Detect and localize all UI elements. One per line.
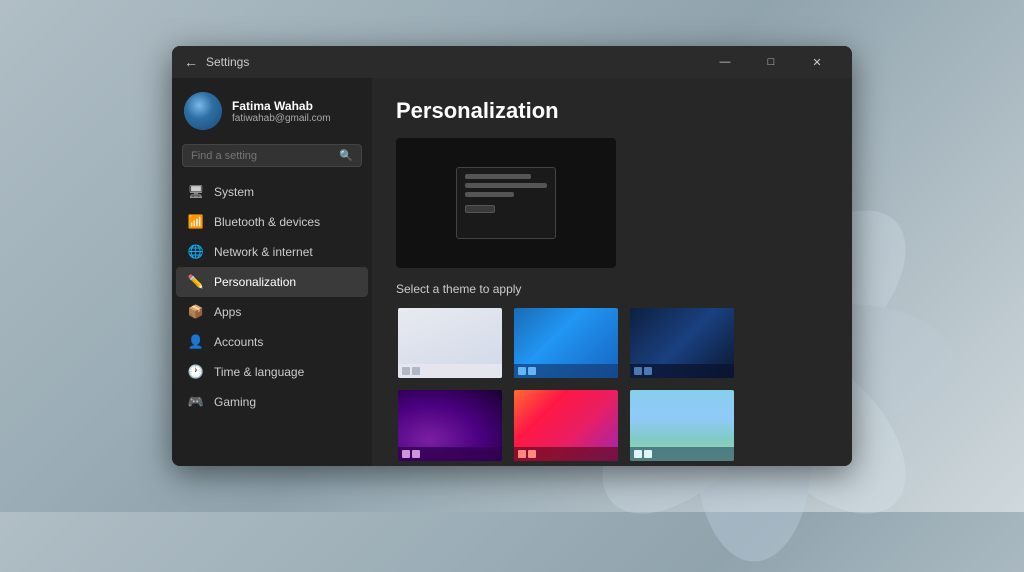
preview-window: [456, 167, 556, 239]
taskbar-dot: [518, 367, 526, 375]
accounts-icon: 👤: [188, 334, 204, 350]
preview-line-3: [465, 192, 514, 197]
taskbar-dot: [528, 367, 536, 375]
sidebar-item-accounts[interactable]: 👤 Accounts: [176, 327, 368, 357]
avatar: [184, 92, 222, 130]
theme-landscape-bg: [630, 390, 734, 460]
taskbar-dot: [412, 367, 420, 375]
taskbar-dot: [528, 450, 536, 458]
taskbar-dot: [634, 450, 642, 458]
preview-line-2: [465, 183, 547, 188]
taskbar-dot: [402, 367, 410, 375]
apps-icon: 📦: [188, 304, 204, 320]
preview-line-1: [465, 174, 531, 179]
theme-card-blue-bloom[interactable]: [512, 306, 620, 380]
taskbar-dot: [402, 450, 410, 458]
sidebar-item-apps-label: Apps: [214, 305, 241, 319]
theme-flower-bg: [514, 390, 618, 460]
sidebar-item-time[interactable]: 🕐 Time & language: [176, 357, 368, 387]
back-button[interactable]: ←: [184, 54, 198, 70]
sidebar-item-accounts-label: Accounts: [214, 335, 263, 349]
theme-taskbar: [398, 447, 502, 461]
themes-grid: [396, 306, 736, 463]
theme-card-landscape[interactable]: [628, 388, 736, 462]
profile-info: Fatima Wahab fatiwahab@gmail.com: [232, 99, 331, 124]
profile-email: fatiwahab@gmail.com: [232, 113, 331, 124]
time-icon: 🕐: [188, 364, 204, 380]
network-icon: 🌐: [188, 244, 204, 260]
sidebar-item-gaming[interactable]: 🎮 Gaming: [176, 387, 368, 417]
theme-card-flower[interactable]: [512, 388, 620, 462]
sidebar-item-system[interactable]: 🖥 System: [176, 177, 368, 207]
main-content: Personalization Select a theme to apply: [372, 78, 852, 466]
theme-taskbar: [514, 447, 618, 461]
sidebar-item-personalization-label: Personalization: [214, 275, 296, 289]
theme-purple-glow-bg: [398, 390, 502, 460]
sidebar-item-system-label: System: [214, 185, 254, 199]
sidebar-item-personalization[interactable]: ✏️ Personalization: [176, 267, 368, 297]
gaming-icon: 🎮: [188, 394, 204, 410]
sidebar-item-time-label: Time & language: [214, 365, 304, 379]
nav-items: 🖥 System 📶 Bluetooth & devices 🌐 Network…: [172, 177, 372, 458]
search-input[interactable]: [191, 150, 333, 162]
window-title: Settings: [206, 55, 702, 69]
sidebar-item-network[interactable]: 🌐 Network & internet: [176, 237, 368, 267]
close-button[interactable]: ✕: [794, 46, 840, 78]
search-icon: 🔍: [339, 149, 353, 162]
sidebar-item-network-label: Network & internet: [214, 245, 313, 259]
theme-taskbar: [630, 364, 734, 378]
sidebar-item-gaming-label: Gaming: [214, 395, 256, 409]
theme-dark-blue-bg: [630, 308, 734, 378]
theme-card-light[interactable]: [396, 306, 504, 380]
personalization-icon: ✏️: [188, 274, 204, 290]
settings-window: ← Settings — □ ✕ Fatima Wahab fatiwahab@…: [172, 46, 852, 466]
sidebar-item-apps[interactable]: 📦 Apps: [176, 297, 368, 327]
theme-light-bg: [398, 308, 502, 378]
section-label: Select a theme to apply: [396, 282, 828, 296]
page-title: Personalization: [396, 98, 828, 124]
taskbar-dot: [644, 367, 652, 375]
profile-name: Fatima Wahab: [232, 99, 331, 113]
sidebar-item-bluetooth[interactable]: 📶 Bluetooth & devices: [176, 207, 368, 237]
titlebar: ← Settings — □ ✕: [172, 46, 852, 78]
window-controls: — □ ✕: [702, 46, 840, 78]
theme-taskbar: [514, 364, 618, 378]
maximize-button[interactable]: □: [748, 46, 794, 78]
system-icon: 🖥: [188, 184, 204, 200]
theme-card-dark-blue[interactable]: [628, 306, 736, 380]
theme-card-purple-glow[interactable]: [396, 388, 504, 462]
sidebar-item-bluetooth-label: Bluetooth & devices: [214, 215, 320, 229]
window-body: Fatima Wahab fatiwahab@gmail.com 🔍 🖥 Sys…: [172, 78, 852, 466]
sidebar: Fatima Wahab fatiwahab@gmail.com 🔍 🖥 Sys…: [172, 78, 372, 466]
theme-taskbar: [398, 364, 502, 378]
taskbar-dot: [644, 450, 652, 458]
taskbar-dot: [634, 367, 642, 375]
theme-taskbar: [630, 447, 734, 461]
theme-blue-bloom-bg: [514, 308, 618, 378]
taskbar-dot: [518, 450, 526, 458]
bluetooth-icon: 📶: [188, 214, 204, 230]
search-box[interactable]: 🔍: [182, 144, 362, 167]
taskbar-dot: [412, 450, 420, 458]
minimize-button[interactable]: —: [702, 46, 748, 78]
preview-button: [465, 205, 495, 213]
theme-preview: [396, 138, 616, 268]
profile-section[interactable]: Fatima Wahab fatiwahab@gmail.com: [172, 78, 372, 140]
